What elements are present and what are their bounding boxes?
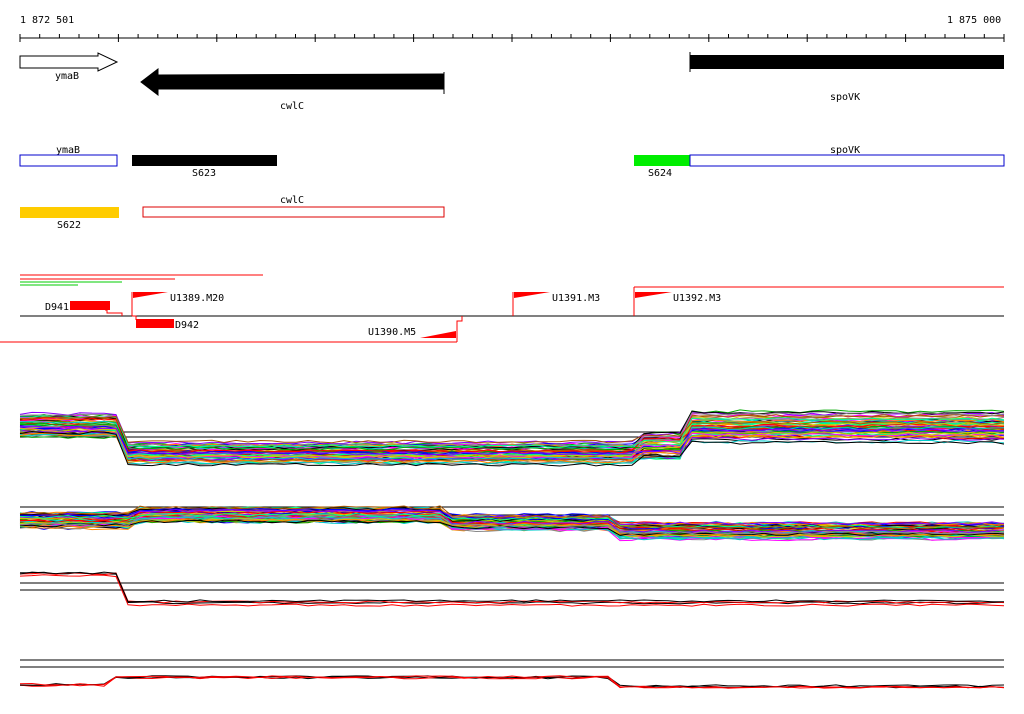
gene-track: ymaB cwlC spoVK (19, 52, 1004, 112)
expression-panel-1 (19, 409, 1005, 467)
tu-flag-U1392[interactable] (635, 292, 672, 298)
tu-label-D942: D942 (175, 320, 199, 331)
expression-panel-4 (19, 659, 1005, 689)
expression-panel-2 (19, 505, 1005, 542)
feature-box-ymaB[interactable] (19, 154, 118, 167)
feature-track-1: ymaB S623 S624 spoVK (19, 145, 1005, 179)
gene-arrow-ymaB[interactable] (19, 52, 119, 72)
tu-label-U1390: U1390.M5 (368, 327, 416, 338)
feature-label-S624: S624 (648, 168, 672, 179)
feature-track-2: S622 cwlC (20, 195, 445, 231)
genome-browser-view: 1 872 501 1 875 000 ymaB cwlC spoVK ymaB… (0, 15, 1005, 689)
gene-ymaB[interactable]: ymaB (19, 52, 119, 82)
feature-box-spoVK[interactable] (689, 154, 1005, 167)
gene-bar-spoVK[interactable] (690, 55, 1004, 69)
feature-segment-S624[interactable] (634, 155, 690, 166)
ruler-start-label: 1 872 501 (20, 15, 74, 26)
feature-box-cwlC[interactable] (142, 206, 445, 218)
coverage-lines (20, 274, 263, 286)
feature-label-cwlC: cwlC (280, 195, 304, 206)
tu-label-U1389: U1389.M20 (170, 293, 224, 304)
tu-flag-U1389[interactable] (133, 292, 168, 298)
tu-label-U1391: U1391.M3 (552, 293, 600, 304)
expression-profile (20, 571, 1005, 605)
feature-label-spoVK: spoVK (830, 145, 860, 156)
expression-profile (19, 571, 1005, 603)
feature-segment-S622[interactable] (20, 207, 119, 218)
tu-label-U1392: U1392.M3 (673, 293, 721, 304)
feature-label-S622: S622 (57, 220, 81, 231)
feature-segment-S623[interactable] (132, 155, 277, 166)
gene-label-ymaB: ymaB (55, 71, 79, 82)
gene-arrow-cwlC[interactable] (140, 67, 445, 97)
gene-label-spoVK: spoVK (830, 92, 860, 103)
expression-profile (19, 572, 1005, 604)
gene-spoVK[interactable]: spoVK (689, 52, 1004, 103)
coordinate-ruler: 1 872 501 1 875 000 (19, 15, 1005, 42)
tu-marker-D942[interactable] (136, 319, 174, 328)
ruler-end-label: 1 875 000 (947, 15, 1001, 26)
gene-cwlC[interactable]: cwlC (140, 67, 445, 112)
transcription-unit-track: D941 U1389.M20 D942 U1390.M5 U1391.M3 U1… (0, 286, 1004, 343)
tu-flag-U1390[interactable] (420, 331, 456, 338)
tu-flag-U1391[interactable] (514, 292, 550, 298)
gene-label-cwlC: cwlC (280, 101, 304, 112)
tu-label-D941: D941 (45, 302, 69, 313)
expression-panel-3 (19, 571, 1005, 607)
tu-marker-D941[interactable] (70, 301, 110, 310)
feature-label-ymaB: ymaB (56, 145, 80, 156)
feature-label-S623: S623 (192, 168, 216, 179)
